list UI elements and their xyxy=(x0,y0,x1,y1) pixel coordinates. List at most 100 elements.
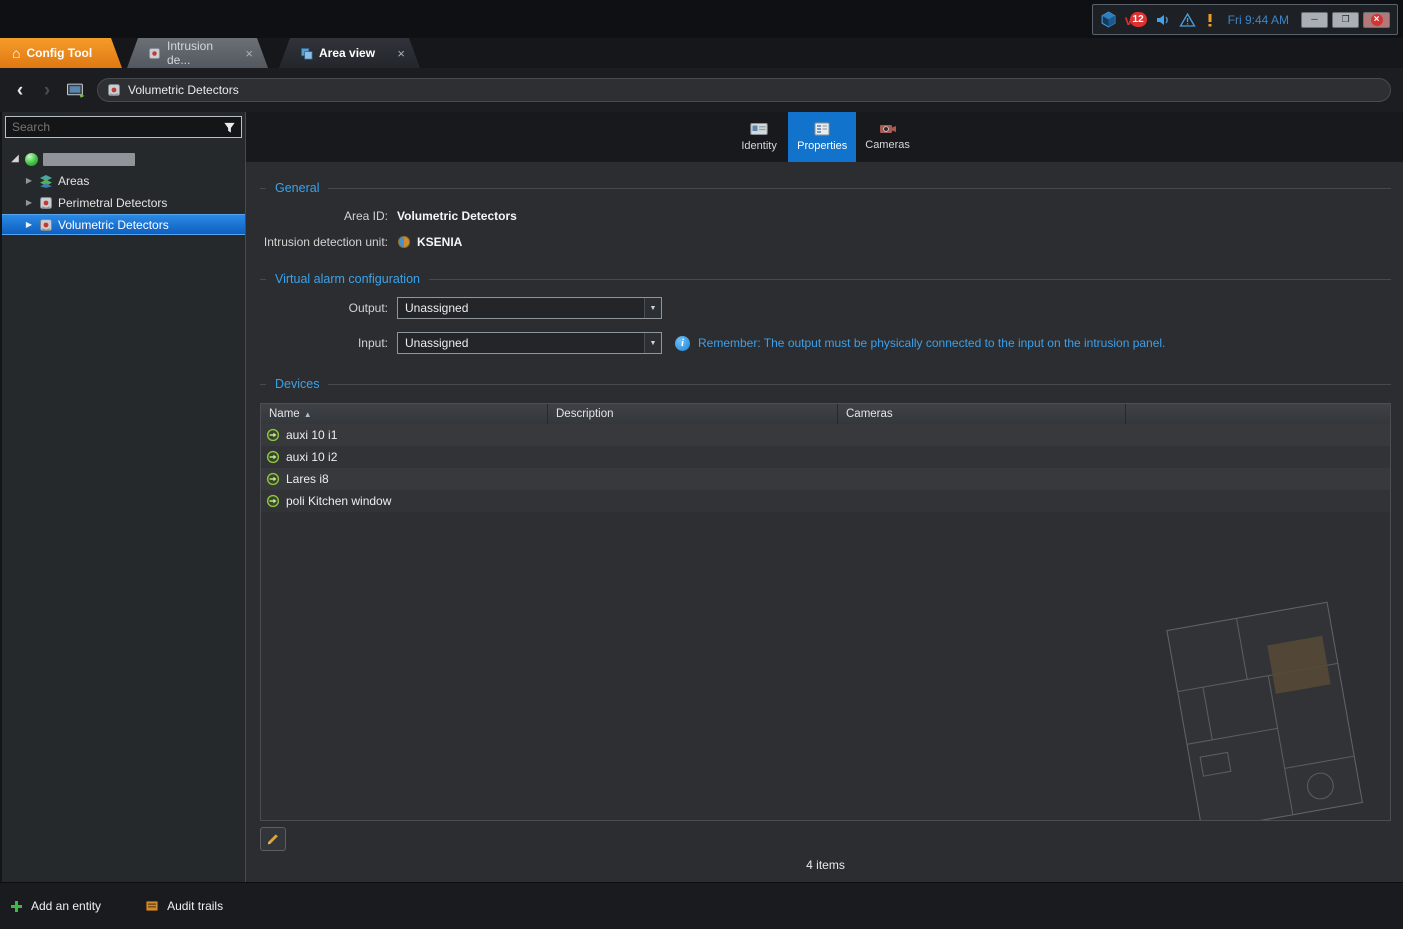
column-header-description[interactable]: Description xyxy=(548,404,838,424)
intrusion-task-icon xyxy=(148,47,161,60)
tree-item-label: Areas xyxy=(58,174,89,188)
heading-rule xyxy=(260,384,266,385)
close-button[interactable]: × xyxy=(1363,12,1390,28)
device-input-icon xyxy=(266,428,280,442)
column-header-empty[interactable] xyxy=(1126,404,1390,424)
heading-rule xyxy=(260,188,266,189)
tab-area-view-label: Area view xyxy=(319,46,375,60)
search-input[interactable] xyxy=(6,120,217,134)
expander-collapsed-icon[interactable]: ▶ xyxy=(24,221,34,229)
tab-intrusion-label: Intrusion de... xyxy=(167,39,239,67)
info-note-text: Remember: The output must be physically … xyxy=(698,336,1165,350)
forward-button[interactable]: › xyxy=(39,81,55,100)
alert-indicator-icon[interactable] xyxy=(1204,12,1216,28)
system-clock: Fri 9:44 AM xyxy=(1228,13,1289,27)
properties-form-icon xyxy=(814,122,830,136)
tree-item-volumetric-detectors[interactable]: ▶ Volumetric Detectors xyxy=(2,214,245,235)
section-devices: Devices xyxy=(260,376,1391,392)
expander-expanded-icon[interactable]: ◢ xyxy=(10,154,20,164)
tree-item-label: Volumetric Detectors xyxy=(58,218,169,232)
tab-intrusion-detection[interactable]: Intrusion de... × xyxy=(127,38,268,68)
audit-trails-button[interactable]: Audit trails xyxy=(145,899,223,913)
plus-icon xyxy=(10,900,23,913)
heading-rule xyxy=(328,384,1391,385)
table-row[interactable]: auxi 10 i2 xyxy=(261,446,1390,468)
back-button[interactable]: ‹ xyxy=(12,81,28,100)
output-label: Output: xyxy=(260,301,388,315)
audit-trails-label: Audit trails xyxy=(167,899,223,913)
output-dropdown-value: Unassigned xyxy=(398,298,644,318)
tab-close-icon[interactable]: × xyxy=(245,46,253,61)
tree-item-label: Perimetral Detectors xyxy=(58,196,167,210)
heading-rule xyxy=(328,188,1391,189)
tab-cameras[interactable]: Cameras xyxy=(856,112,919,162)
info-icon: i xyxy=(675,336,690,351)
input-dropdown-value: Unassigned xyxy=(398,333,644,353)
tree-item-perimetral-detectors[interactable]: ▶ Perimetral Detectors xyxy=(2,192,245,214)
search-box xyxy=(5,116,242,138)
expander-collapsed-icon[interactable]: ▶ xyxy=(24,177,34,185)
main-panel: Identity Properties xyxy=(246,112,1403,882)
tree-item-root[interactable]: ◢ xyxy=(2,148,245,170)
tab-area-view[interactable]: Area view × xyxy=(279,38,420,68)
entity-tree: ◢ ▶ Areas ▶ xyxy=(2,148,245,235)
tab-identity-label: Identity xyxy=(741,140,776,152)
intrusion-unit-icon xyxy=(397,235,411,249)
intrusion-unit-name: KSENIA xyxy=(417,235,462,249)
intrusion-area-icon xyxy=(39,196,53,210)
input-dropdown[interactable]: Unassigned ▼ xyxy=(397,332,662,354)
output-dropdown[interactable]: Unassigned ▼ xyxy=(397,297,662,319)
filter-button[interactable] xyxy=(217,117,241,137)
intrusion-unit-row: Intrusion detection unit: KSENIA xyxy=(260,235,1391,249)
devices-table: Name ▲ Description Cameras xyxy=(260,403,1391,821)
output-row: Output: Unassigned ▼ xyxy=(260,297,1391,319)
table-toolbar xyxy=(260,827,1391,851)
table-row[interactable]: Lares i8 xyxy=(261,468,1390,490)
section-virtual-alarm: Virtual alarm configuration xyxy=(260,271,1391,287)
devices-table-body: auxi 10 i1 auxi 10 i2 xyxy=(261,424,1390,820)
expander-collapsed-icon[interactable]: ▶ xyxy=(24,199,34,207)
table-row[interactable]: poli Kitchen window xyxy=(261,490,1390,512)
funnel-icon xyxy=(223,121,236,134)
tab-properties[interactable]: Properties xyxy=(788,112,856,162)
area-view-task-icon xyxy=(300,47,313,60)
pencil-icon xyxy=(266,832,280,846)
heading-rule xyxy=(429,279,1391,280)
edit-device-button[interactable] xyxy=(260,827,286,851)
entity-selector[interactable]: Volumetric Detectors xyxy=(97,78,1391,102)
tree-item-areas[interactable]: ▶ Areas xyxy=(2,170,245,192)
items-count: 4 items xyxy=(260,858,1391,872)
device-input-icon xyxy=(266,450,280,464)
devices-table-header: Name ▲ Description Cameras xyxy=(261,404,1390,424)
column-header-cameras[interactable]: Cameras xyxy=(838,404,1126,424)
maximize-button[interactable]: ❐ xyxy=(1332,12,1359,28)
tab-config-tool[interactable]: ⌂ Config Tool xyxy=(0,38,122,68)
table-row[interactable]: auxi 10 i1 xyxy=(261,424,1390,446)
device-input-icon xyxy=(266,472,280,486)
redacted-root-name xyxy=(43,153,135,166)
column-header-name[interactable]: Name ▲ xyxy=(261,404,548,424)
input-label: Input: xyxy=(260,336,388,350)
notification-badge[interactable]: v 12 xyxy=(1125,12,1147,28)
camera-icon xyxy=(879,123,897,135)
add-entity-button[interactable]: Add an entity xyxy=(10,899,101,913)
bottom-action-bar: Add an entity Audit trails xyxy=(0,882,1403,929)
system-root-icon xyxy=(25,153,38,166)
entity-browser-icon[interactable] xyxy=(66,82,86,99)
notification-count: 12 xyxy=(1130,12,1147,27)
device-name: auxi 10 i1 xyxy=(286,428,337,442)
warning-triangle-icon[interactable] xyxy=(1179,12,1196,28)
minimize-button[interactable]: ─ xyxy=(1301,12,1328,28)
area-id-row: Area ID: Volumetric Detectors xyxy=(260,209,1391,223)
tab-cameras-label: Cameras xyxy=(865,139,910,151)
navigation-bar: ‹ › Volumetric Detectors xyxy=(0,68,1403,112)
intrusion-unit-label: Intrusion detection unit: xyxy=(260,235,388,249)
chevron-down-icon: ▼ xyxy=(644,298,661,318)
areas-icon xyxy=(39,174,53,188)
tab-identity[interactable]: Identity xyxy=(730,112,788,162)
security-desk-icon[interactable] xyxy=(1100,11,1117,28)
tab-close-icon[interactable]: × xyxy=(397,46,405,61)
area-id-value: Volumetric Detectors xyxy=(397,209,517,223)
speaker-icon[interactable] xyxy=(1155,12,1171,28)
window-controls: ─ ❐ × xyxy=(1301,12,1390,28)
